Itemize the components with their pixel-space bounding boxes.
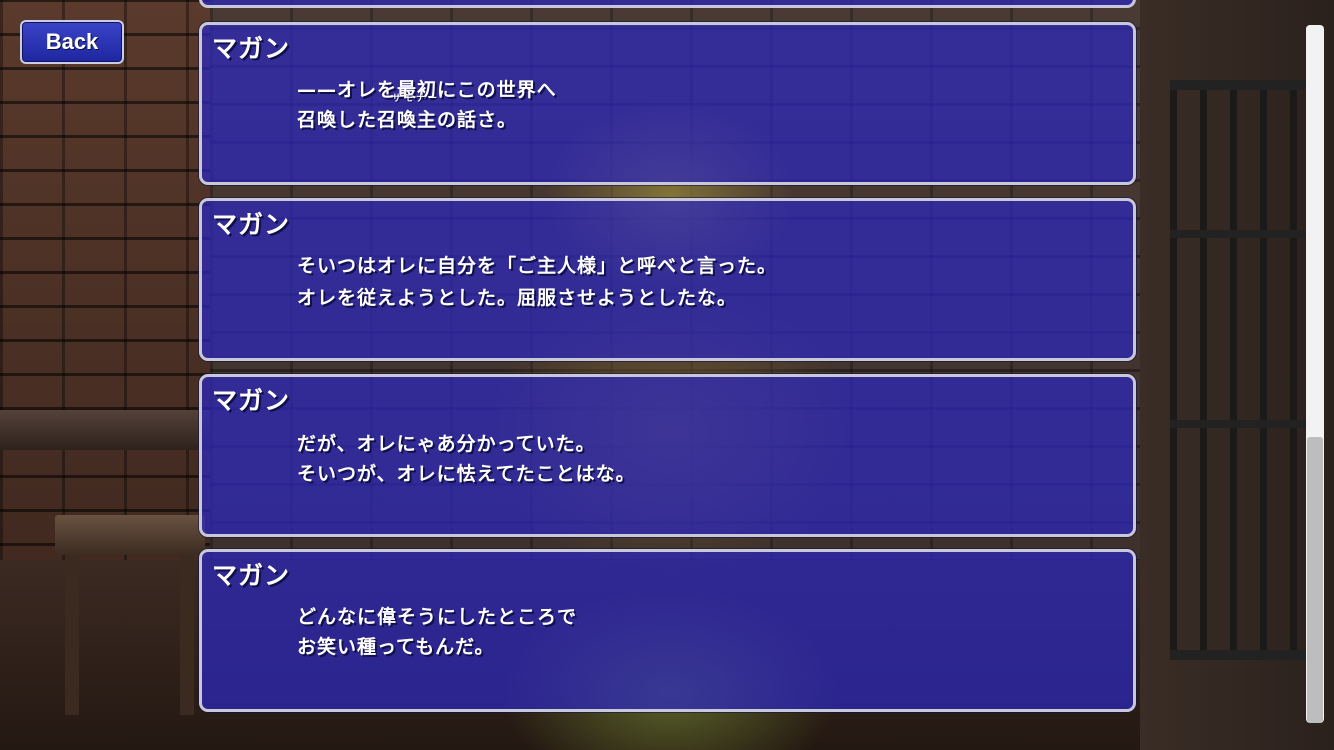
dialogue-line: オレを従えようとした。屈服させようとしたな。 [297, 287, 738, 309]
back-button[interactable]: Back [20, 20, 124, 64]
dialogue-line: だが、オレにゃあ分かっていた。 [297, 433, 596, 455]
dialogue-box: マガン そいつはオレに自分を「ご主人様」と呼べと言った。 オレを従えようとした。… [199, 198, 1136, 361]
speaker-name: マガン [212, 561, 291, 590]
speaker-name: マガン [212, 34, 291, 63]
dialogue-log[interactable]: マガン ——オレを最初にこの世界へ サモナー 召喚した召喚主の話さ。 マガン そ… [199, 0, 1136, 750]
dialogue-line: どんなに偉そうにしたところで [297, 606, 578, 628]
wall-ledge [0, 410, 210, 450]
prison-bar-crossbeam [1170, 230, 1310, 238]
ruby-annotation: サモナー [392, 94, 441, 104]
bench-leg [65, 555, 79, 715]
dialogue-box: マガン ——オレを最初にこの世界へ サモナー 召喚した召喚主の話さ。 [199, 22, 1136, 185]
dialogue-line: 召喚した召喚主の話さ。 [297, 109, 518, 131]
prison-bars [1170, 80, 1310, 660]
prison-bar-crossbeam [1170, 420, 1310, 428]
speaker-name: マガン [212, 210, 291, 239]
wooden-bench [55, 515, 205, 555]
bench-leg [180, 555, 194, 715]
scrollbar-thumb[interactable] [1307, 437, 1323, 723]
speaker-name: マガン [212, 386, 291, 415]
dialogue-line: お笑い種ってもんだ。 [297, 636, 495, 658]
previous-dialogue-box-edge [199, 0, 1136, 8]
dialogue-box: マガン だが、オレにゃあ分かっていた。 そいつが、オレに怯えてたことはな。 [199, 374, 1136, 537]
dialogue-line: そいつが、オレに怯えてたことはな。 [297, 463, 636, 485]
dialogue-line: そいつはオレに自分を「ご主人様」と呼べと言った。 [297, 255, 778, 277]
dialogue-box: マガン どんなに偉そうにしたところで お笑い種ってもんだ。 [199, 549, 1136, 712]
